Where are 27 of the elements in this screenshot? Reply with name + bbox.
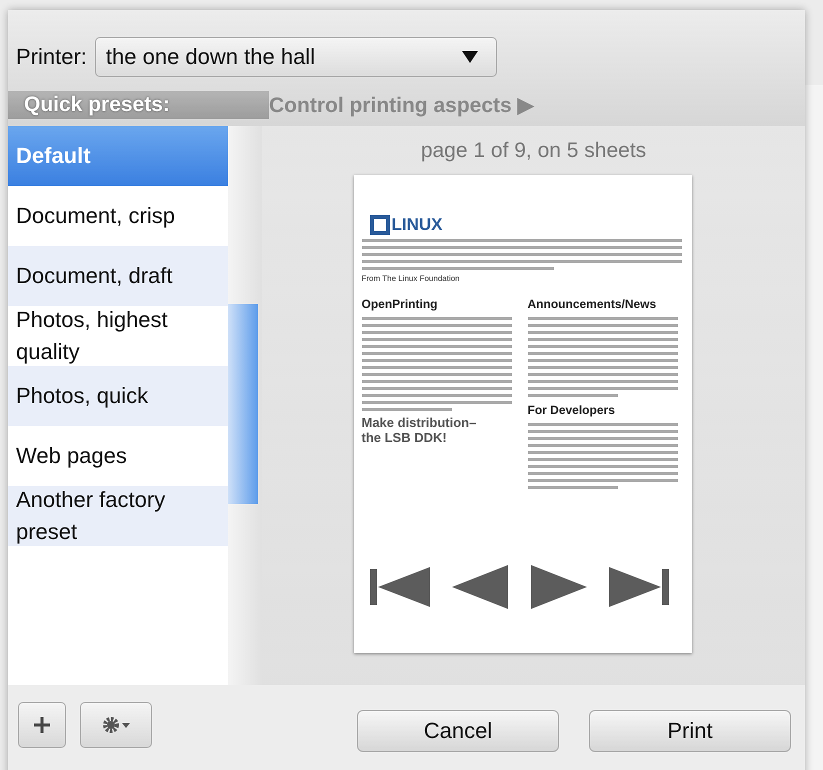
previous-page-icon[interactable] xyxy=(452,565,508,609)
section-text: From The Linux Foundation xyxy=(362,274,461,283)
section-heading: Announcements/News xyxy=(528,297,658,311)
logo-icon xyxy=(370,215,390,235)
printer-label: Printer: xyxy=(16,44,87,70)
gear-icon xyxy=(101,715,131,735)
preset-item[interactable]: Document, draft xyxy=(8,246,228,306)
page-info: page 1 of 9, on 5 sheets xyxy=(420,139,646,163)
presets-heading: Quick presets: xyxy=(8,91,269,119)
settings-button[interactable] xyxy=(80,702,152,748)
scrollbar[interactable] xyxy=(228,126,262,685)
plus-icon xyxy=(33,716,51,734)
promo-heading: Make distribution– xyxy=(362,415,478,430)
dropdown-arrow-icon xyxy=(462,51,478,63)
promo-heading: the LSB DDK! xyxy=(362,430,448,445)
preset-item[interactable]: Photos, quick xyxy=(8,366,228,426)
first-page-icon[interactable] xyxy=(370,567,430,607)
logo-text: LINUX xyxy=(392,215,442,235)
section-heading: For Developers xyxy=(528,403,616,417)
last-page-icon[interactable] xyxy=(609,567,670,607)
print-button[interactable]: Print xyxy=(589,710,791,752)
printer-dropdown[interactable]: the one down the hall xyxy=(94,37,497,77)
add-button[interactable] xyxy=(18,702,66,748)
preset-item[interactable]: Another factory preset xyxy=(8,486,228,546)
cancel-button[interactable]: Cancel xyxy=(357,710,559,752)
section-heading: OpenPrinting xyxy=(362,297,438,311)
next-page-icon[interactable] xyxy=(530,565,587,609)
